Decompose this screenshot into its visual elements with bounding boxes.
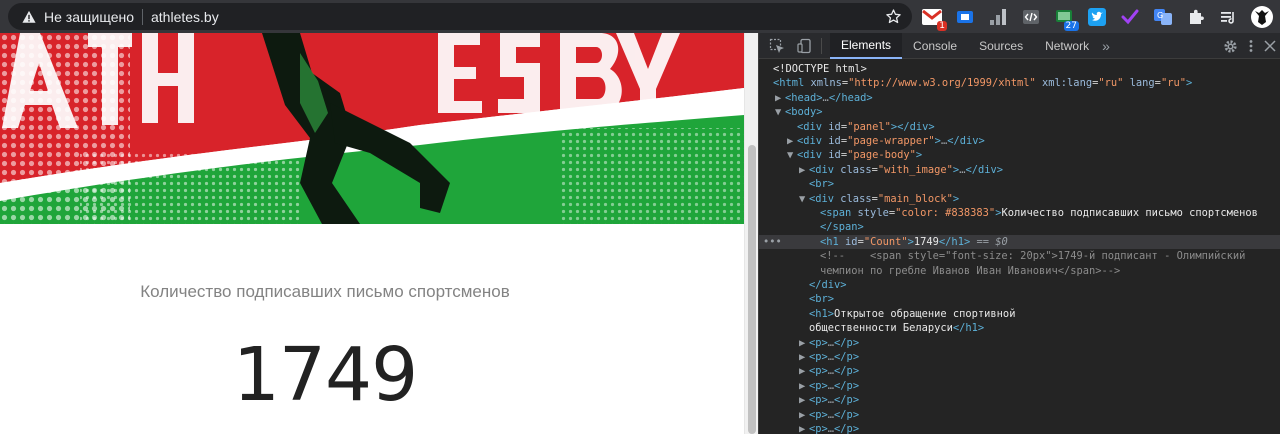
page-viewport[interactable]: Количество подписавших письмо спортсмено… xyxy=(0,33,758,434)
profile-avatar[interactable] xyxy=(1250,5,1274,29)
more-tabs-button[interactable]: » xyxy=(1102,38,1110,54)
inspect-element-icon[interactable] xyxy=(769,38,785,54)
signal-bars-icon[interactable] xyxy=(986,5,1010,29)
dom-line[interactable]: <span style="color: #838383">Количество … xyxy=(759,206,1280,220)
settings-gear-icon[interactable] xyxy=(1223,39,1238,54)
dom-line[interactable]: <html xmlns="http://www.w3.org/1999/xhtm… xyxy=(759,76,1280,90)
dom-line[interactable]: ▶ <p>…</p> xyxy=(759,364,1280,378)
extensions-bar: 1 27 G xyxy=(920,4,1274,31)
puzzle-icon[interactable] xyxy=(1184,5,1208,29)
svg-text:G: G xyxy=(1157,11,1163,20)
hero-banner xyxy=(0,33,744,224)
main-block: Количество подписавших письмо спортсмено… xyxy=(0,224,744,434)
close-devtools-icon[interactable] xyxy=(1264,40,1276,52)
page-scrollbar[interactable] xyxy=(744,33,758,434)
tab-elements[interactable]: Elements xyxy=(830,32,903,59)
tab-console[interactable]: Console xyxy=(902,33,968,59)
signatories-label: Количество подписавших письмо спортсмено… xyxy=(140,282,510,301)
twitter-icon[interactable] xyxy=(1085,5,1109,29)
dom-line[interactable]: общественности Беларуси</h1> xyxy=(759,321,1280,335)
dom-line[interactable]: ▶ <p>…</p> xyxy=(759,408,1280,422)
scrollbar-thumb[interactable] xyxy=(748,145,756,434)
gmail-extension-icon[interactable]: 1 xyxy=(920,5,947,31)
dom-line[interactable]: ▼ <div id="page-body"> xyxy=(759,148,1280,162)
address-bar[interactable]: Не защищено athletes.by xyxy=(8,3,912,30)
dom-line[interactable]: </span> xyxy=(759,220,1280,234)
tab-network[interactable]: Network xyxy=(1034,33,1100,59)
warning-icon[interactable] xyxy=(22,10,36,24)
signatories-count: 1749 xyxy=(232,332,418,418)
dom-line[interactable]: <div id="panel"></div> xyxy=(759,120,1280,134)
gmail-badge: 1 xyxy=(937,20,947,31)
devtools-actions xyxy=(1223,33,1280,59)
tab-sources[interactable]: Sources xyxy=(968,33,1034,59)
translate-icon[interactable]: G xyxy=(1151,5,1175,29)
dom-line[interactable]: ▶ <p>…</p> xyxy=(759,422,1280,434)
screen-extension-badge: 27 xyxy=(1063,20,1079,31)
dom-line[interactable]: <!-- <span style="font-size: 20px">1749-… xyxy=(759,249,1280,263)
check-extension-icon[interactable] xyxy=(1118,5,1142,29)
dom-line[interactable]: <h1>Открытое обращение спортивной xyxy=(759,307,1280,321)
dom-line[interactable]: <br> xyxy=(759,292,1280,306)
devtools-tab-bar: Elements Console Sources Network » xyxy=(759,32,1280,59)
dom-line[interactable]: чемпион по гребле Иванов Иван Иванович</… xyxy=(759,264,1280,278)
blue-extension-icon[interactable] xyxy=(953,5,977,29)
dom-line[interactable]: ▶ <p>…</p> xyxy=(759,350,1280,364)
screen-extension-icon[interactable]: 27 xyxy=(1052,5,1079,31)
bookmark-star-icon[interactable] xyxy=(885,8,902,25)
code-extension-icon[interactable] xyxy=(1019,5,1043,29)
device-toolbar-icon[interactable] xyxy=(797,38,813,54)
devtools-panel: Elements Console Sources Network » <!DOC… xyxy=(758,32,1280,434)
dom-line[interactable]: ▶ <p>…</p> xyxy=(759,336,1280,350)
url-text[interactable]: athletes.by xyxy=(151,9,219,25)
browser-toolbar: Не защищено athletes.by 1 27 G xyxy=(0,0,1280,33)
dom-line-selected[interactable]: ••• <h1 id="Count">1749</h1> == $0 xyxy=(759,234,1280,250)
dom-line[interactable]: ▶ <div id="page-wrapper">…</div> xyxy=(759,134,1280,148)
elements-tree[interactable]: <!DOCTYPE html> <html xmlns="http://www.… xyxy=(759,60,1280,434)
dom-line[interactable]: <br> xyxy=(759,177,1280,191)
dom-line[interactable]: ▼ <div class="main_block"> xyxy=(759,192,1280,206)
security-label[interactable]: Не защищено xyxy=(44,9,134,25)
dom-line[interactable]: ▶ <p>…</p> xyxy=(759,393,1280,407)
dom-line[interactable]: <!DOCTYPE html> xyxy=(759,62,1280,76)
omnibox-divider xyxy=(142,8,143,25)
dom-line[interactable]: ▶ <p>…</p> xyxy=(759,379,1280,393)
kebab-menu-icon[interactable] xyxy=(1248,39,1254,53)
devtools-divider xyxy=(821,37,822,54)
dom-line[interactable]: ▶ <head>…</head> xyxy=(759,91,1280,105)
dom-line[interactable]: </div> xyxy=(759,278,1280,292)
dom-line[interactable]: ▼ <body> xyxy=(759,105,1280,119)
dom-line[interactable]: ▶ <div class="with_image">…</div> xyxy=(759,163,1280,177)
hero-flag-image xyxy=(0,33,744,224)
playlist-icon[interactable] xyxy=(1217,5,1241,29)
